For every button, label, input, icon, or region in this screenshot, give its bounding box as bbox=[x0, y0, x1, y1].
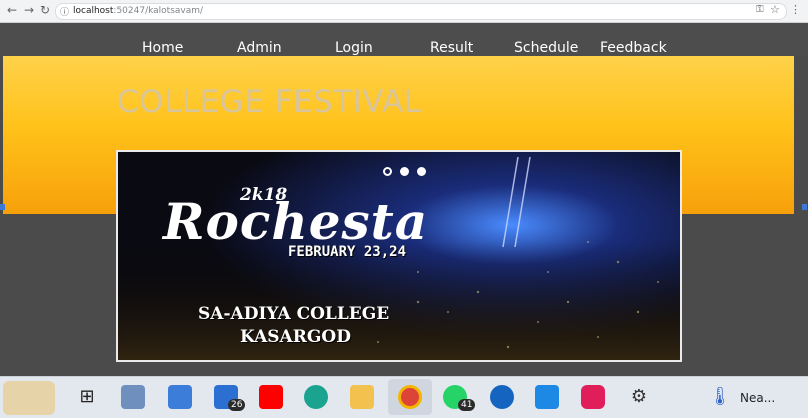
task-view-icon[interactable]: ⊞ bbox=[75, 385, 99, 409]
file-explorer-icon[interactable] bbox=[350, 385, 374, 409]
nav-schedule[interactable]: Schedule bbox=[514, 40, 578, 56]
weather-text[interactable]: Nea... bbox=[740, 391, 775, 405]
back-icon[interactable]: ← bbox=[5, 3, 19, 17]
college-name: SA-ADIYA COLLEGE bbox=[198, 304, 390, 324]
widgets-icon[interactable] bbox=[3, 381, 55, 415]
info-icon[interactable]: ⓘ bbox=[60, 5, 69, 18]
reload-icon[interactable]: ↻ bbox=[38, 3, 52, 17]
nav-home[interactable]: Home bbox=[142, 40, 183, 56]
key-icon[interactable]: ⚿ bbox=[756, 4, 764, 15]
event-name: Rochesta bbox=[163, 192, 429, 251]
mail-badge: 26 bbox=[228, 399, 246, 411]
college-location: KASARGOD bbox=[240, 327, 351, 347]
address-bar[interactable]: ⓘ localhost:50247/kalotsavam/ ⚿ ☆ bbox=[55, 3, 787, 20]
url-host: localhost bbox=[73, 6, 114, 16]
resize-handle-right[interactable] bbox=[802, 204, 807, 210]
resize-handle-left[interactable] bbox=[0, 204, 5, 210]
thermometer-icon[interactable]: 🌡 bbox=[708, 385, 732, 409]
slider-dot-1[interactable] bbox=[383, 167, 392, 176]
vscode-icon[interactable] bbox=[535, 385, 559, 409]
url-text: localhost:50247/kalotsavam/ bbox=[73, 5, 203, 18]
forward-icon[interactable]: → bbox=[22, 3, 36, 17]
store-icon[interactable] bbox=[168, 385, 192, 409]
app-icon[interactable] bbox=[490, 385, 514, 409]
nav-feedback[interactable]: Feedback bbox=[600, 40, 667, 56]
whatsapp-badge: 41 bbox=[458, 399, 476, 411]
menu-icon[interactable]: ⋮ bbox=[790, 3, 801, 16]
slider-dot-3[interactable] bbox=[417, 167, 427, 176]
nav-result[interactable]: Result bbox=[430, 40, 473, 56]
image-slider[interactable]: 2k18 Rochesta FEBRUARY 23,24 SA-ADIYA CO… bbox=[116, 150, 682, 362]
nav-login[interactable]: Login bbox=[335, 40, 373, 56]
url-path: :50247/kalotsavam/ bbox=[113, 6, 204, 16]
page-title: COLLEGE FESTIVAL bbox=[117, 84, 422, 120]
camera-icon[interactable] bbox=[121, 385, 145, 409]
youtube-icon[interactable] bbox=[259, 385, 283, 409]
slack-icon[interactable] bbox=[581, 385, 605, 409]
windows-taskbar: ⊞ 26 41 ⚙ 🌡 Nea... bbox=[0, 376, 808, 418]
nav-admin[interactable]: Admin bbox=[237, 40, 282, 56]
slider-dot-2[interactable] bbox=[400, 167, 410, 176]
browser-toolbar: ← → ↻ ⓘ localhost:50247/kalotsavam/ ⚿ ☆ … bbox=[0, 0, 808, 23]
slider-indicators bbox=[383, 161, 429, 180]
star-icon[interactable]: ☆ bbox=[770, 3, 780, 16]
edge-icon[interactable] bbox=[304, 385, 328, 409]
settings-icon[interactable]: ⚙ bbox=[627, 385, 651, 409]
event-date: FEBRUARY 23,24 bbox=[288, 244, 407, 260]
chrome-icon[interactable] bbox=[398, 385, 422, 409]
nav-bar: Home Admin Login Result Schedule Feedbac… bbox=[0, 23, 808, 56]
page-content: Home Admin Login Result Schedule Feedbac… bbox=[0, 23, 808, 376]
